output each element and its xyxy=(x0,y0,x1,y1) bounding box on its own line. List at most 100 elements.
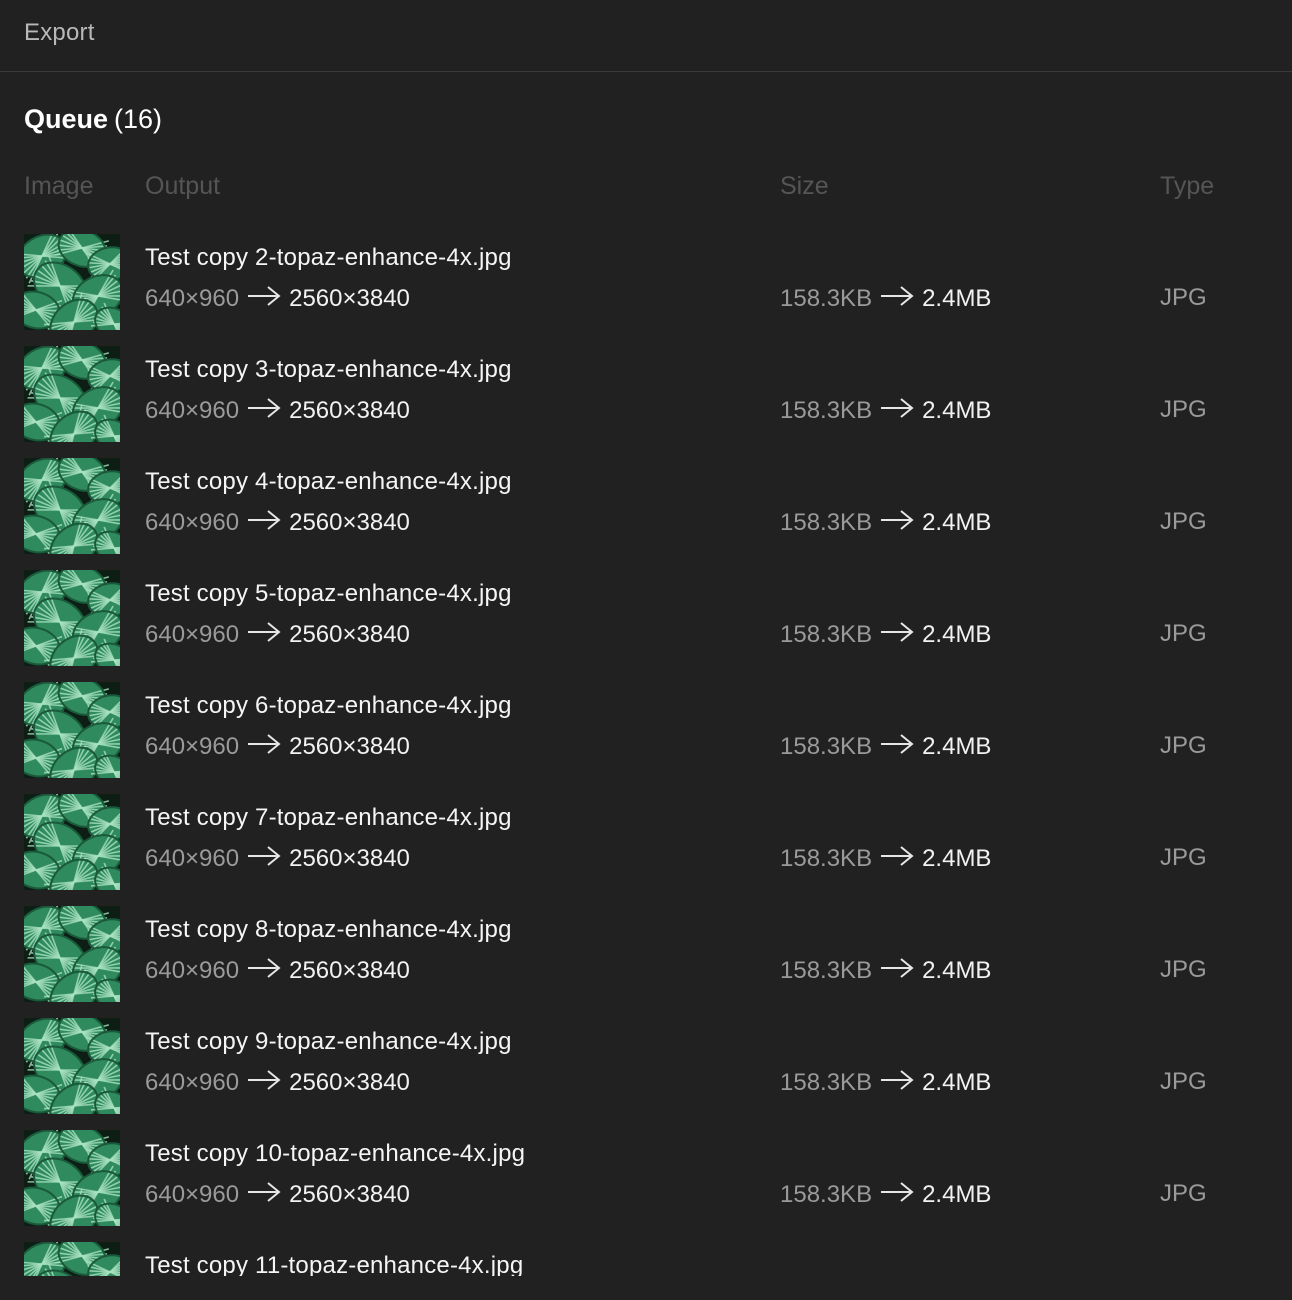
size-to: 2.4MB xyxy=(922,509,992,536)
file-size: 158.3KB 2.4MB xyxy=(780,508,991,538)
image-thumbnail xyxy=(24,458,120,554)
file-type: JPG xyxy=(1160,1068,1207,1095)
arrow-right-icon xyxy=(880,957,914,986)
file-type: JPG xyxy=(1160,284,1207,311)
size-from: 158.3KB xyxy=(780,621,873,648)
image-thumbnail xyxy=(24,906,120,1002)
output-filename: Test copy 9-topaz-enhance-4x.jpg xyxy=(145,1028,512,1055)
output-filename: Test copy 2-topaz-enhance-4x.jpg xyxy=(145,244,512,271)
image-thumbnail xyxy=(24,1130,120,1226)
dims-from: 640×960 xyxy=(145,621,240,648)
dims-from: 640×960 xyxy=(145,733,240,760)
queue-count: (16) xyxy=(114,104,163,134)
column-header-output: Output xyxy=(145,172,221,200)
output-filename: Test copy 8-topaz-enhance-4x.jpg xyxy=(145,916,512,943)
image-thumbnail xyxy=(24,570,120,666)
size-from: 158.3KB xyxy=(780,733,873,760)
arrow-right-icon xyxy=(880,397,914,426)
queue-label: Queue xyxy=(24,104,109,134)
arrow-right-icon xyxy=(880,509,914,538)
page-title: Export xyxy=(24,19,95,46)
size-to: 2.4MB xyxy=(922,845,992,872)
size-to: 2.4MB xyxy=(922,1069,992,1096)
dims-to: 2560×3840 xyxy=(289,621,410,648)
arrow-right-icon xyxy=(247,957,281,986)
arrow-right-icon xyxy=(247,397,281,426)
queue-row[interactable]: Test copy 9-topaz-enhance-4x.jpg 640×960 2… xyxy=(0,1018,1292,1114)
dims-from: 640×960 xyxy=(145,957,240,984)
dimensions: 640×960 2560×3840 xyxy=(145,620,410,650)
queue-row[interactable]: Test copy 6-topaz-enhance-4x.jpg 640×960 2… xyxy=(0,682,1292,778)
dims-to: 2560×3840 xyxy=(289,845,410,872)
file-size: 158.3KB 2.4MB xyxy=(780,284,991,314)
image-thumbnail xyxy=(24,346,120,442)
dimensions: 640×960 2560×3840 xyxy=(145,1068,410,1098)
queue-row[interactable]: Test copy 10-topaz-enhance-4x.jpg 640×960… xyxy=(0,1130,1292,1226)
queue-row[interactable]: Test copy 7-topaz-enhance-4x.jpg 640×960 2… xyxy=(0,794,1292,890)
image-thumbnail xyxy=(24,1242,120,1276)
arrow-right-icon xyxy=(880,1181,914,1210)
dimensions: 640×960 2560×3840 xyxy=(145,844,410,874)
file-size: 158.3KB 2.4MB xyxy=(780,396,991,426)
size-from: 158.3KB xyxy=(780,285,873,312)
output-filename: Test copy 7-topaz-enhance-4x.jpg xyxy=(145,804,512,831)
dims-to: 2560×3840 xyxy=(289,285,410,312)
queue-row[interactable]: Test copy 8-topaz-enhance-4x.jpg 640×960 2… xyxy=(0,906,1292,1002)
image-thumbnail xyxy=(24,1018,120,1114)
file-size: 158.3KB 2.4MB xyxy=(780,620,991,650)
file-type: JPG xyxy=(1160,732,1207,759)
dims-to: 2560×3840 xyxy=(289,957,410,984)
dims-from: 640×960 xyxy=(145,845,240,872)
file-type: JPG xyxy=(1160,844,1207,871)
output-filename: Test copy 3-topaz-enhance-4x.jpg xyxy=(145,356,512,383)
file-size: 158.3KB 2.4MB xyxy=(780,956,991,986)
arrow-right-icon xyxy=(247,285,281,314)
output-filename: Test copy 5-topaz-enhance-4x.jpg xyxy=(145,580,512,607)
dimensions: 640×960 2560×3840 xyxy=(145,732,410,762)
dims-from: 640×960 xyxy=(145,1069,240,1096)
queue-list[interactable]: Test copy 2-topaz-enhance-4x.jpg 640×960 2… xyxy=(0,234,1292,1276)
arrow-right-icon xyxy=(247,509,281,538)
arrow-right-icon xyxy=(880,845,914,874)
queue-row[interactable]: Test copy 5-topaz-enhance-4x.jpg 640×960 2… xyxy=(0,570,1292,666)
arrow-right-icon xyxy=(880,285,914,314)
arrow-right-icon xyxy=(880,1069,914,1098)
size-from: 158.3KB xyxy=(780,845,873,872)
size-from: 158.3KB xyxy=(780,397,873,424)
arrow-right-icon xyxy=(880,733,914,762)
dimensions: 640×960 2560×3840 xyxy=(145,284,410,314)
size-to: 2.4MB xyxy=(922,397,992,424)
arrow-right-icon xyxy=(247,845,281,874)
file-type: JPG xyxy=(1160,620,1207,647)
dimensions: 640×960 2560×3840 xyxy=(145,1180,410,1210)
size-from: 158.3KB xyxy=(780,1069,873,1096)
file-type: JPG xyxy=(1160,396,1207,423)
image-thumbnail xyxy=(24,234,120,330)
output-filename: Test copy 6-topaz-enhance-4x.jpg xyxy=(145,692,512,719)
dimensions: 640×960 2560×3840 xyxy=(145,396,410,426)
dims-to: 2560×3840 xyxy=(289,1181,410,1208)
queue-row[interactable]: Test copy 2-topaz-enhance-4x.jpg 640×960 2… xyxy=(0,234,1292,330)
queue-row[interactable]: Test copy 3-topaz-enhance-4x.jpg 640×960 2… xyxy=(0,346,1292,442)
size-to: 2.4MB xyxy=(922,621,992,648)
dimensions: 640×960 2560×3840 xyxy=(145,508,410,538)
output-filename: Test copy 10-topaz-enhance-4x.jpg xyxy=(145,1140,526,1167)
size-from: 158.3KB xyxy=(780,1181,873,1208)
size-to: 2.4MB xyxy=(922,285,992,312)
file-type: JPG xyxy=(1160,1180,1207,1207)
size-from: 158.3KB xyxy=(780,957,873,984)
column-header-size: Size xyxy=(780,172,829,200)
column-header-image: Image xyxy=(24,172,94,200)
arrow-right-icon xyxy=(880,621,914,650)
size-to: 2.4MB xyxy=(922,1181,992,1208)
dims-from: 640×960 xyxy=(145,509,240,536)
queue-row[interactable]: Test copy 4-topaz-enhance-4x.jpg 640×960 2… xyxy=(0,458,1292,554)
arrow-right-icon xyxy=(247,1181,281,1210)
dims-to: 2560×3840 xyxy=(289,1069,410,1096)
queue-row[interactable]: Test copy 11-topaz-enhance-4x.jpg640×960… xyxy=(0,1242,1292,1276)
image-thumbnail xyxy=(24,794,120,890)
dims-from: 640×960 xyxy=(145,285,240,312)
dimensions: 640×960 2560×3840 xyxy=(145,956,410,986)
output-filename: Test copy 4-topaz-enhance-4x.jpg xyxy=(145,468,512,495)
size-to: 2.4MB xyxy=(922,733,992,760)
